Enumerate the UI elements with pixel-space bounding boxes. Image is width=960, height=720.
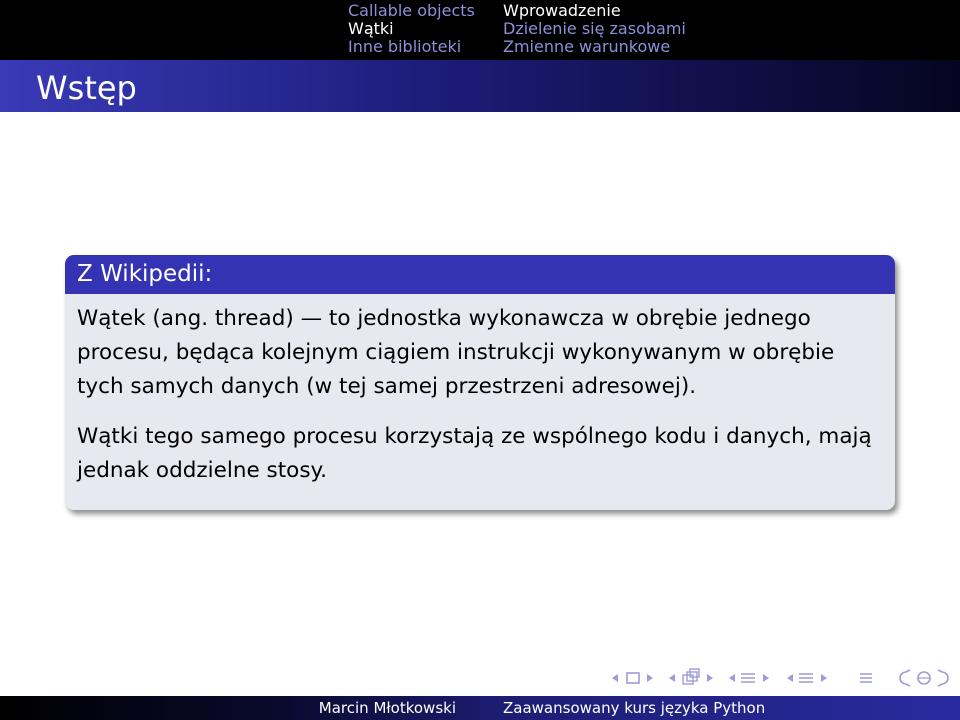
subsection-link-zmienne[interactable]: Zmienne warunkowe bbox=[503, 38, 686, 56]
subsection-link-dzielenie[interactable]: Dzielenie się zasobami bbox=[503, 20, 686, 38]
prev-frame-icon[interactable] bbox=[666, 668, 678, 688]
definition-block: Z Wikipedii: Wątek (ang. thread) — to je… bbox=[65, 255, 895, 510]
subsection-link-wprowadzenie[interactable]: Wprowadzenie bbox=[503, 2, 686, 20]
block-body: Wątek (ang. thread) — to jednostka wykon… bbox=[65, 294, 895, 488]
prev-slide-icon[interactable] bbox=[609, 668, 621, 688]
block-paragraph-details: Wątki tego samego procesu korzystają ze … bbox=[77, 424, 872, 483]
footer-author: Marcin Młotkowski bbox=[318, 699, 456, 717]
section-icon[interactable] bbox=[796, 668, 816, 688]
frame-title: Wstęp bbox=[36, 69, 137, 107]
subsection-icon[interactable] bbox=[738, 668, 758, 688]
slide-icon[interactable] bbox=[624, 668, 642, 688]
section-list: Callable objects Wątki Inne biblioteki bbox=[348, 2, 475, 56]
header-navigation: Callable objects Wątki Inne biblioteki W… bbox=[0, 0, 960, 60]
navigation-symbols bbox=[0, 668, 960, 690]
footer: Marcin Młotkowski Zaawansowany kurs języ… bbox=[0, 696, 960, 720]
next-frame-icon[interactable] bbox=[704, 668, 716, 688]
search-icon[interactable] bbox=[896, 668, 956, 688]
prev-section-icon[interactable] bbox=[784, 668, 796, 688]
next-slide-icon[interactable] bbox=[644, 668, 656, 688]
frame-icon[interactable] bbox=[680, 668, 702, 688]
footer-title: Zaawansowany kurs języka Python bbox=[503, 699, 766, 717]
toc-icon[interactable] bbox=[856, 668, 876, 688]
block-title: Z Wikipedii: bbox=[65, 255, 895, 294]
frame-title-bar: Wstęp bbox=[0, 60, 960, 112]
footer-title-panel: Zaawansowany kurs języka Python bbox=[480, 696, 960, 720]
block-paragraph-definition: Wątek (ang. thread) — to jednostka wykon… bbox=[77, 306, 835, 399]
section-link-watki[interactable]: Wątki bbox=[348, 20, 475, 38]
next-section-icon[interactable] bbox=[818, 668, 830, 688]
footer-author-panel: Marcin Młotkowski bbox=[0, 696, 480, 720]
next-subsection-icon[interactable] bbox=[760, 668, 772, 688]
section-link-callable-objects[interactable]: Callable objects bbox=[348, 2, 475, 20]
subsection-list: Wprowadzenie Dzielenie się zasobami Zmie… bbox=[503, 2, 686, 56]
prev-subsection-icon[interactable] bbox=[726, 668, 738, 688]
section-link-inne-biblioteki[interactable]: Inne biblioteki bbox=[348, 38, 475, 56]
